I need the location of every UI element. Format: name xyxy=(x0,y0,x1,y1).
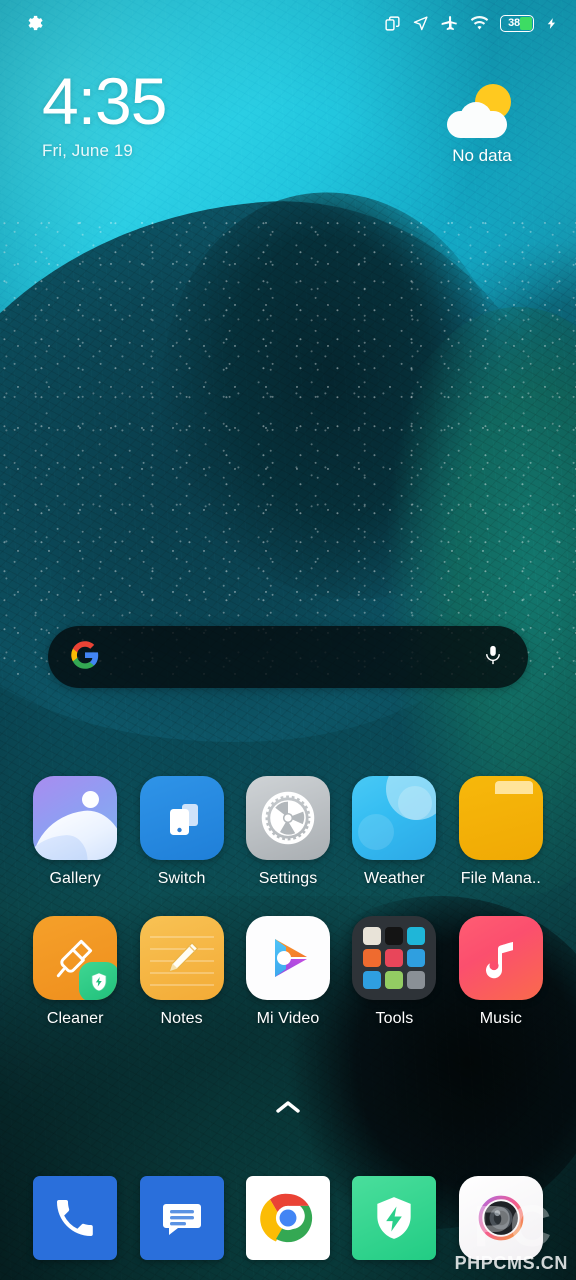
security-badge-icon xyxy=(79,962,118,1000)
app-label: Music xyxy=(479,1010,522,1027)
app-label: Mi Video xyxy=(256,1010,320,1027)
dock-item-messages[interactable] xyxy=(128,1176,234,1260)
battery-percent: 38 xyxy=(508,17,520,29)
app-tools-folder[interactable]: Tools xyxy=(341,916,447,1028)
sun-behind-cloud-icon xyxy=(445,84,519,140)
dock-item-security[interactable] xyxy=(341,1176,447,1260)
chrome-icon[interactable] xyxy=(246,1176,331,1260)
app-label: Cleaner xyxy=(46,1010,104,1027)
cloud-shape xyxy=(447,102,507,138)
app-drawer-hint[interactable] xyxy=(0,1098,576,1121)
app-music[interactable]: Music xyxy=(448,916,554,1028)
clock-time: 4:35 xyxy=(42,64,167,138)
microphone-icon[interactable] xyxy=(482,639,504,676)
app-label: File Mana.. xyxy=(460,870,541,887)
weather-status: No data xyxy=(452,146,512,165)
app-gallery[interactable]: Gallery xyxy=(22,776,128,888)
folder-tile xyxy=(363,927,382,945)
tools-folder-grid xyxy=(363,927,426,989)
battery-fill xyxy=(520,16,532,30)
status-bar: 38 xyxy=(0,0,576,46)
gallery-icon[interactable] xyxy=(33,776,118,860)
app-notes[interactable]: Notes xyxy=(128,916,234,1028)
app-grid: Gallery Switch Settings Weather File Man… xyxy=(0,776,576,1028)
folder-tile xyxy=(407,971,426,989)
dock-item-phone[interactable] xyxy=(22,1176,128,1260)
app-switch[interactable]: Switch xyxy=(128,776,234,888)
chevron-up-icon[interactable] xyxy=(273,1098,303,1121)
folder-tile xyxy=(385,949,404,967)
app-label: Tools xyxy=(375,1010,414,1027)
location-icon xyxy=(412,15,429,32)
screenshot-icon xyxy=(384,15,401,32)
app-label: Settings xyxy=(258,870,318,887)
status-bar-right: 38 xyxy=(384,14,558,33)
app-label: Notes xyxy=(160,1010,203,1027)
battery-indicator: 38 xyxy=(500,14,534,32)
folder-tile xyxy=(385,971,404,989)
app-mi-video[interactable]: Mi Video xyxy=(235,916,341,1028)
cleaner-brush-icon[interactable] xyxy=(33,916,118,1000)
charging-bolt-icon xyxy=(545,14,558,33)
folder-tile xyxy=(363,949,382,967)
wifi-icon xyxy=(470,14,489,33)
camera-icon[interactable] xyxy=(458,1176,543,1260)
phone-icon[interactable] xyxy=(33,1176,118,1260)
music-note-icon[interactable] xyxy=(458,916,543,1000)
file-manager-icon[interactable] xyxy=(458,776,543,860)
clock-widget[interactable]: 4:35 Fri, June 19 xyxy=(42,64,167,161)
dock-item-chrome[interactable] xyxy=(235,1176,341,1260)
gallery-sun-shape xyxy=(82,791,100,808)
weather-icon[interactable] xyxy=(352,776,437,860)
app-file-manager[interactable]: File Mana.. xyxy=(448,776,554,888)
settings-gear-icon[interactable] xyxy=(246,776,331,860)
folder-tile xyxy=(363,971,382,989)
folder-tile xyxy=(407,949,426,967)
status-bar-left xyxy=(24,13,44,33)
folder-tile xyxy=(385,927,404,945)
google-search-bar[interactable] xyxy=(48,626,528,688)
app-row: Gallery Switch Settings Weather File Man… xyxy=(0,776,576,888)
folder-tile xyxy=(407,927,426,945)
switch-icon[interactable] xyxy=(139,776,224,860)
notes-pencil-icon[interactable] xyxy=(139,916,224,1000)
airplane-mode-icon xyxy=(440,14,459,33)
app-row: Cleaner Notes Mi Video Tools Music xyxy=(0,916,576,1028)
tools-folder-icon[interactable] xyxy=(352,916,437,1000)
dock xyxy=(0,1176,576,1260)
mi-video-play-icon[interactable] xyxy=(246,916,331,1000)
weather-widget[interactable]: No data xyxy=(422,84,542,166)
dock-item-camera[interactable] xyxy=(448,1176,554,1260)
app-label: Switch xyxy=(157,870,206,887)
folder-tab-shape xyxy=(494,781,533,794)
shield-bolt-icon[interactable] xyxy=(352,1176,437,1260)
app-label: Weather xyxy=(363,870,425,887)
gear-icon[interactable] xyxy=(24,13,44,33)
app-weather[interactable]: Weather xyxy=(341,776,447,888)
app-cleaner[interactable]: Cleaner xyxy=(22,916,128,1028)
weather-circle-3 xyxy=(358,814,395,850)
message-icon[interactable] xyxy=(139,1176,224,1260)
app-label: Gallery xyxy=(49,870,101,887)
clock-date: Fri, June 19 xyxy=(42,141,133,160)
google-g-icon[interactable] xyxy=(70,640,100,675)
app-settings[interactable]: Settings xyxy=(235,776,341,888)
